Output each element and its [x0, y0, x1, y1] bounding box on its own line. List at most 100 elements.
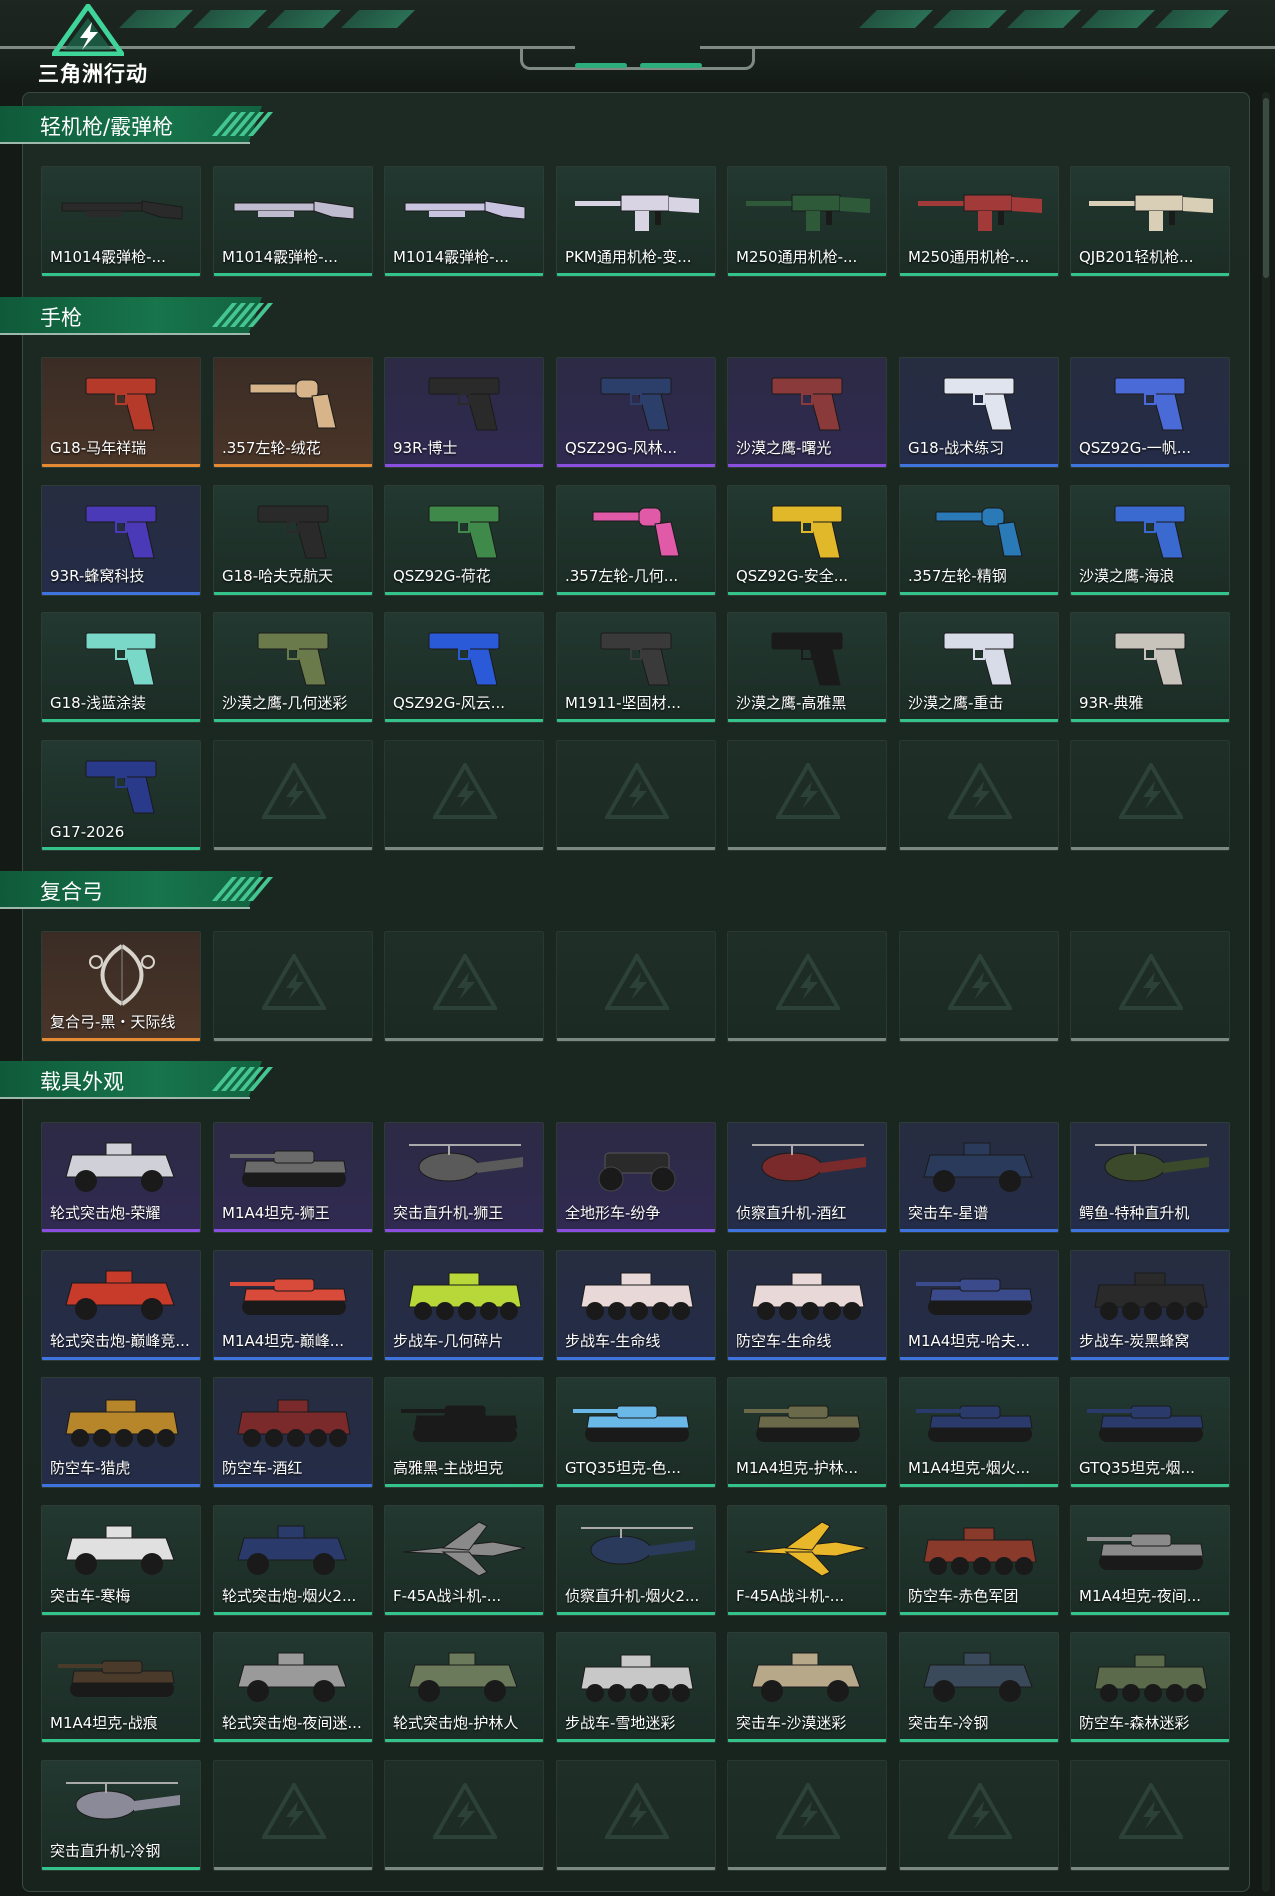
- item-card[interactable]: .357左轮-绒花: [213, 357, 373, 468]
- jet-icon: [402, 1521, 526, 1577]
- item-card[interactable]: 全地形车-纷争: [556, 1122, 716, 1233]
- item-card[interactable]: 沙漠之鹰-重击: [899, 612, 1059, 723]
- item-card[interactable]: 轮式突击炮-荣耀: [41, 1122, 201, 1233]
- item-card[interactable]: QSZ29G-风林...: [556, 357, 716, 468]
- item-card[interactable]: 高雅黑-主战坦克: [384, 1377, 544, 1488]
- rarity-bar: [900, 592, 1058, 595]
- item-card[interactable]: 侦察直升机-烟火2...: [556, 1505, 716, 1616]
- item-card[interactable]: .357左轮-几何...: [556, 485, 716, 596]
- item-card[interactable]: 轮式突击炮-巅峰竞...: [41, 1250, 201, 1361]
- rarity-bar: [557, 592, 715, 595]
- item-card[interactable]: M1014霰弹枪-...: [41, 166, 201, 277]
- item-card[interactable]: M1A4坦克-护林...: [727, 1377, 887, 1488]
- item-card[interactable]: 突击车-寒梅: [41, 1505, 201, 1616]
- item-card[interactable]: 轮式突击炮-烟火2...: [213, 1505, 373, 1616]
- item-card[interactable]: 防空车-酒红: [213, 1377, 373, 1488]
- pistol-icon: [943, 632, 1015, 686]
- item-card[interactable]: M250通用机枪-...: [899, 166, 1059, 277]
- top-banner: 三角洲行动: [0, 0, 1275, 86]
- item-card[interactable]: M1A4坦克-狮王: [213, 1122, 373, 1233]
- item-card[interactable]: GTQ35坦克-烟...: [1070, 1377, 1230, 1488]
- empty-slot: [384, 1760, 544, 1871]
- item-card[interactable]: QSZ92G-安全...: [727, 485, 887, 596]
- item-card[interactable]: 防空车-猎虎: [41, 1377, 201, 1488]
- shotgun-icon: [233, 200, 355, 220]
- item-card[interactable]: 沙漠之鹰-几何迷彩: [213, 612, 373, 723]
- item-card[interactable]: M1A4坦克-夜间...: [1070, 1505, 1230, 1616]
- item-card[interactable]: M1911-坚固材...: [556, 612, 716, 723]
- item-card[interactable]: 93R-典雅: [1070, 612, 1230, 723]
- item-card[interactable]: M1014霰弹枪-...: [213, 166, 373, 277]
- item-card[interactable]: 鳄鱼-特种直升机: [1070, 1122, 1230, 1233]
- item-card[interactable]: 步战车-生命线: [556, 1250, 716, 1361]
- item-card[interactable]: 突击直升机-狮王: [384, 1122, 544, 1233]
- item-name: M1A4坦克-巅峰...: [222, 1332, 345, 1350]
- item-card[interactable]: GTQ35坦克-色...: [556, 1377, 716, 1488]
- item-card[interactable]: G18-战术练习: [899, 357, 1059, 468]
- item-card[interactable]: F-45A战斗机-...: [384, 1505, 544, 1616]
- rarity-bar: [900, 1357, 1058, 1360]
- item-card[interactable]: 防空车-赤色军团: [899, 1505, 1059, 1616]
- rarity-bar: [1071, 1612, 1229, 1615]
- rarity-bar: [385, 1612, 543, 1615]
- item-card[interactable]: QSZ92G-一帆...: [1070, 357, 1230, 468]
- ifv-icon: [65, 1399, 179, 1447]
- item-name: G17-2026: [50, 823, 125, 841]
- item-card[interactable]: PKM通用机枪-变...: [556, 166, 716, 277]
- item-card[interactable]: 93R-博士: [384, 357, 544, 468]
- item-card[interactable]: 突击车-沙漠迷彩: [727, 1632, 887, 1743]
- item-card[interactable]: M1A4坦克-战痕: [41, 1632, 201, 1743]
- delta-watermark-icon: [1119, 1783, 1183, 1839]
- item-card[interactable]: M1014霰弹枪-...: [384, 166, 544, 277]
- item-card[interactable]: M1A4坦克-巅峰...: [213, 1250, 373, 1361]
- item-card[interactable]: QJB201轻机枪...: [1070, 166, 1230, 277]
- item-name: M250通用机枪-...: [736, 248, 858, 266]
- item-card[interactable]: 步战车-雪地迷彩: [556, 1632, 716, 1743]
- rarity-bar: [900, 1038, 1058, 1041]
- item-name: 突击直升机-狮王: [393, 1204, 504, 1222]
- banner-stripe: [859, 10, 933, 28]
- rarity-bar: [728, 1484, 886, 1487]
- rarity-bar: [214, 1229, 372, 1232]
- item-card[interactable]: 防空车-森林迷彩: [1070, 1632, 1230, 1743]
- item-card[interactable]: M250通用机枪-...: [727, 166, 887, 277]
- item-card[interactable]: 步战车-几何碎片: [384, 1250, 544, 1361]
- item-card[interactable]: 沙漠之鹰-高雅黑: [727, 612, 887, 723]
- item-card[interactable]: G18-哈夫克航天: [213, 485, 373, 596]
- item-name: .357左轮-精钢: [908, 567, 1007, 585]
- item-card[interactable]: 轮式突击炮-护林人: [384, 1632, 544, 1743]
- item-name: 步战车-生命线: [565, 1332, 661, 1350]
- rarity-bar: [900, 1739, 1058, 1742]
- item-card[interactable]: 突击车-星谱: [899, 1122, 1059, 1233]
- section-title: 复合弓: [40, 880, 103, 904]
- item-card[interactable]: QSZ92G-荷花: [384, 485, 544, 596]
- scrollbar-thumb[interactable]: [1263, 98, 1269, 278]
- item-card[interactable]: 步战车-炭黑蜂窝: [1070, 1250, 1230, 1361]
- item-name: M250通用机枪-...: [908, 248, 1030, 266]
- item-name: 防空车-森林迷彩: [1079, 1714, 1190, 1732]
- item-card[interactable]: G18-马年祥瑞: [41, 357, 201, 468]
- item-card[interactable]: .357左轮-精钢: [899, 485, 1059, 596]
- item-card[interactable]: 93R-蜂窝科技: [41, 485, 201, 596]
- armored-car-icon: [65, 1525, 175, 1575]
- item-name: G18-哈夫克航天: [222, 567, 334, 585]
- item-card[interactable]: 防空车-生命线: [727, 1250, 887, 1361]
- item-card[interactable]: G18-浅蓝涂装: [41, 612, 201, 723]
- scrollbar-track[interactable]: [1262, 92, 1270, 1892]
- item-name: 突击直升机-冷钢: [50, 1842, 161, 1860]
- item-name: G18-战术练习: [908, 439, 1005, 457]
- item-card[interactable]: 侦察直升机-酒红: [727, 1122, 887, 1233]
- item-card[interactable]: 突击车-冷钢: [899, 1632, 1059, 1743]
- rarity-bar: [385, 847, 543, 850]
- rarity-bar: [728, 592, 886, 595]
- item-card[interactable]: 沙漠之鹰-海浪: [1070, 485, 1230, 596]
- item-card[interactable]: 沙漠之鹰-曙光: [727, 357, 887, 468]
- item-card[interactable]: M1A4坦克-哈夫...: [899, 1250, 1059, 1361]
- item-card[interactable]: 突击直升机-冷钢: [41, 1760, 201, 1871]
- item-card[interactable]: 轮式突击炮-夜间迷...: [213, 1632, 373, 1743]
- item-card[interactable]: G17-2026: [41, 740, 201, 851]
- item-card[interactable]: 复合弓-黑・天际线: [41, 931, 201, 1042]
- item-card[interactable]: QSZ92G-风云...: [384, 612, 544, 723]
- item-card[interactable]: M1A4坦克-烟火...: [899, 1377, 1059, 1488]
- item-card[interactable]: F-45A战斗机-...: [727, 1505, 887, 1616]
